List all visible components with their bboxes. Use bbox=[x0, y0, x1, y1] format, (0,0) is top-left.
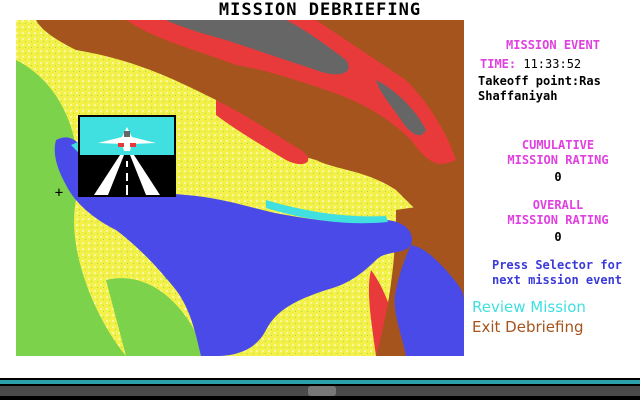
overall-header-line1: OVERALL bbox=[532, 198, 584, 212]
cumulative-rating-header: CUMULATIVE MISSION RATING bbox=[478, 138, 638, 168]
cumulative-rating-value: 0 bbox=[554, 170, 562, 184]
jet-takeoff-icon bbox=[80, 117, 174, 195]
screen-title: MISSION DEBRIEFING bbox=[218, 0, 422, 20]
overall-header-line2: MISSION RATING bbox=[507, 213, 609, 227]
exit-debriefing-button[interactable]: Exit Debriefing bbox=[472, 317, 638, 337]
hint-line1: Press Selector for bbox=[491, 258, 623, 272]
event-time-value: 11:33:52 bbox=[523, 57, 582, 71]
event-thumbnail bbox=[78, 115, 176, 197]
overall-rating-value: 0 bbox=[554, 230, 562, 244]
event-time-label: TIME: bbox=[480, 57, 517, 71]
hint-line2: next mission event bbox=[491, 273, 623, 287]
debriefing-screen: MISSION DEBRIEFING + MISSION EVENT TIME:… bbox=[0, 0, 640, 378]
selector-hint: Press Selector for next mission event bbox=[474, 258, 640, 288]
panel-knob-icon bbox=[308, 386, 336, 396]
overall-rating-header: OVERALL MISSION RATING bbox=[478, 198, 638, 228]
cumulative-header-line2: MISSION RATING bbox=[507, 153, 609, 167]
event-description: Takeoff point:Ras Shaffaniyah bbox=[478, 74, 601, 103]
cumulative-header-line1: CUMULATIVE bbox=[521, 138, 595, 152]
mission-event-header: MISSION EVENT bbox=[506, 38, 600, 52]
crosshair-icon: + bbox=[54, 185, 64, 201]
bottom-accent-stripe bbox=[0, 380, 640, 384]
event-time-row: TIME: 11:33:52 bbox=[480, 57, 630, 72]
review-mission-button[interactable]: Review Mission bbox=[472, 297, 638, 317]
